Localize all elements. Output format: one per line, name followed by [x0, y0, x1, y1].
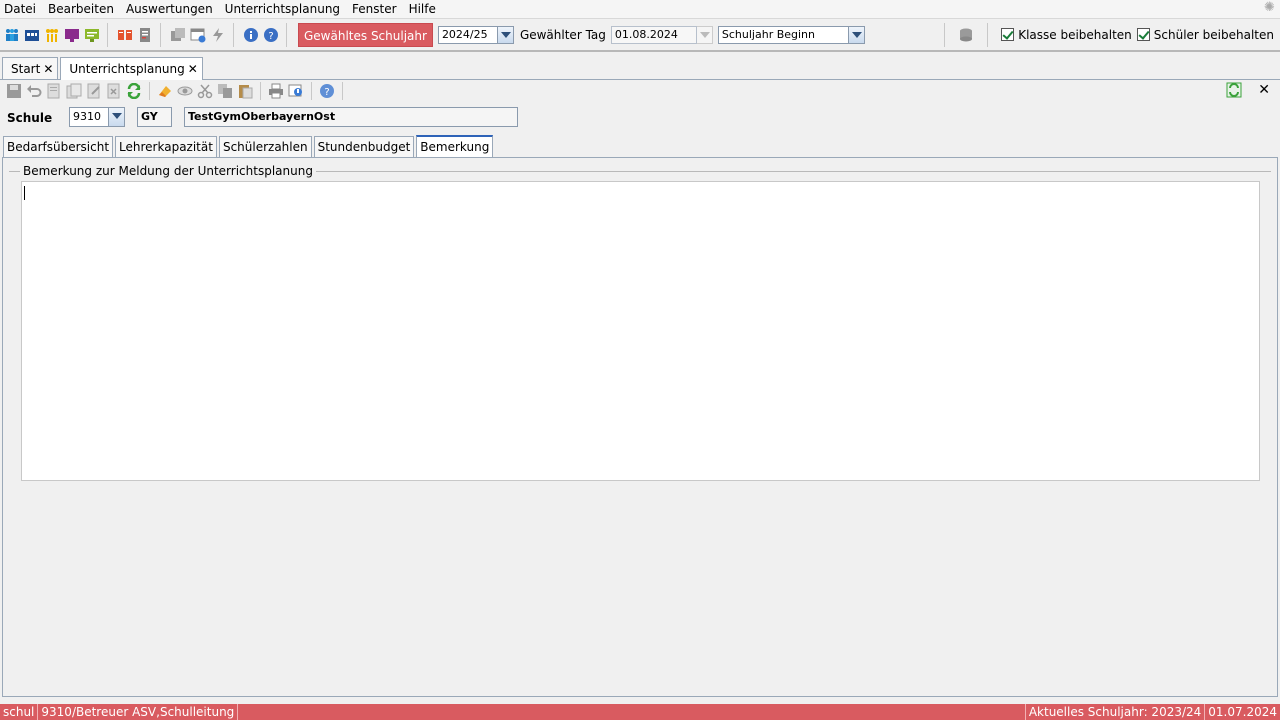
help-icon[interactable]: ? [263, 27, 279, 43]
content-tabs: Bedarfsübersicht Lehrerkapazität Schüler… [3, 135, 495, 157]
keep-student-label: Schüler beibehalten [1153, 27, 1274, 42]
svg-text:?: ? [324, 87, 329, 98]
copy-window-icon[interactable] [170, 27, 186, 43]
tab-schuelerzahlen[interactable]: Schülerzahlen [218, 136, 312, 157]
keep-student-checkbox[interactable]: Schüler beibehalten [1136, 27, 1274, 42]
menu-bearbeiten[interactable]: Bearbeiten [44, 0, 122, 18]
help-icon[interactable]: ? [319, 83, 335, 99]
tab-start-label: Start [11, 61, 41, 76]
keep-class-checkbox[interactable]: Klasse beibehalten [1001, 28, 1132, 42]
checkbox-checked-icon[interactable] [1001, 28, 1015, 41]
school-label: Schule [7, 111, 53, 125]
new-record-icon[interactable] [46, 83, 62, 99]
selected-school-year-button[interactable]: Gewähltes Schuljahr [298, 22, 433, 47]
menu-bar: Datei Bearbeiten Auswertungen Unterricht… [0, 0, 1280, 18]
period-value[interactable]: Schuljahr Beginn [717, 25, 849, 44]
toolbar-separator [342, 82, 343, 100]
menu-hilfe[interactable]: Hilfe [405, 0, 444, 18]
save-icon[interactable] [6, 83, 22, 99]
chevron-down-icon[interactable] [497, 25, 514, 44]
menu-datei[interactable]: Datei [0, 0, 44, 18]
busy-spinner-icon: ✺ [1264, 0, 1275, 15]
tab-unterrichtsplanung[interactable]: Unterrichtsplanung ✕ [60, 57, 203, 80]
status-current-year: Aktuelles Schuljahr: 2023/24 [1024, 704, 1204, 720]
copy-record-icon[interactable] [66, 83, 82, 99]
keep-class-label: Klasse beibehalten [1018, 27, 1132, 42]
window-clock-icon[interactable] [190, 27, 206, 43]
flash-icon[interactable] [210, 27, 226, 43]
school-name-field: TestGymOberbayernOst [184, 107, 518, 127]
remark-textarea[interactable] [21, 181, 1260, 481]
toolbar-separator [233, 22, 234, 47]
report-icon[interactable] [137, 27, 153, 43]
school-year-value[interactable]: 2024/25 [437, 25, 498, 44]
menu-auswertungen[interactable]: Auswertungen [122, 0, 221, 18]
school-row: Schule 9310 GY TestGymOberbayernOst [0, 106, 1280, 128]
school-icon[interactable] [24, 27, 40, 43]
checkbox-checked-icon[interactable] [1136, 28, 1150, 41]
eraser-icon[interactable] [157, 83, 173, 99]
tab-unterrichtsplanung-label: Unterrichtsplanung [69, 62, 185, 76]
delete-record-icon[interactable] [106, 83, 122, 99]
paste-icon[interactable] [237, 83, 253, 99]
staff-icon[interactable] [4, 27, 20, 43]
toolbar-separator [160, 22, 161, 47]
document-tabs: Start ✕ Unterrichtsplanung ✕ [0, 56, 1280, 80]
menu-fenster[interactable]: Fenster [348, 0, 405, 18]
print-preview-icon[interactable] [288, 83, 304, 99]
selected-day-combo[interactable]: 01.08.2024 [610, 25, 713, 44]
database-icon[interactable] [958, 27, 974, 43]
print-icon[interactable] [268, 83, 284, 99]
toolbar-separator [107, 22, 108, 47]
toolbar-separator [260, 82, 261, 100]
status-date: 01.07.2024 [1204, 704, 1280, 720]
tab-lehrerkapazitaet[interactable]: Lehrerkapazität [115, 136, 217, 157]
undo-icon[interactable] [26, 83, 42, 99]
school-type-field: GY [137, 107, 172, 127]
remark-section-title: Bemerkung zur Meldung der Unterrichtspla… [20, 164, 316, 178]
selected-day-label: Gewählter Tag [519, 27, 606, 42]
cut-icon[interactable] [197, 83, 213, 99]
period-combo[interactable]: Schuljahr Beginn [717, 25, 865, 44]
chevron-down-icon [696, 25, 713, 44]
status-role: 9310/Betreuer ASV,Schulleitung [38, 704, 239, 720]
module-toolbar: ? ✕ [0, 80, 1280, 102]
close-icon[interactable]: ✕ [43, 62, 53, 76]
toolbar-separator [944, 22, 946, 47]
class-board-icon[interactable] [64, 27, 80, 43]
book-icon[interactable] [117, 27, 133, 43]
chevron-down-icon[interactable] [848, 25, 865, 44]
edit-record-icon[interactable] [86, 83, 102, 99]
toolbar-separator [311, 82, 312, 100]
selected-day-value[interactable]: 01.08.2024 [610, 25, 697, 44]
main-toolbar: ? Gewähltes Schuljahr 2024/25 Gewählter … [0, 18, 1280, 52]
tab-bedarfsuebersicht[interactable]: Bedarfsübersicht [3, 136, 114, 157]
remark-panel: Bemerkung zur Meldung der Unterrichtspla… [2, 157, 1278, 697]
sync-icon[interactable] [1226, 82, 1242, 98]
text-caret [24, 186, 25, 200]
chevron-down-icon[interactable] [109, 107, 125, 127]
tab-start[interactable]: Start ✕ [2, 57, 59, 79]
school-number-combo[interactable]: 9310 [69, 107, 125, 127]
module-window-controls: ✕ [1224, 82, 1270, 98]
toolbar-separator [286, 22, 287, 47]
info-icon[interactable] [243, 27, 259, 43]
tab-bemerkung[interactable]: Bemerkung [416, 135, 494, 157]
status-user: schul [0, 704, 39, 720]
toolbar-separator [987, 22, 989, 47]
students-icon[interactable] [44, 27, 60, 43]
refresh-icon[interactable] [126, 83, 142, 99]
tab-stundenbudget[interactable]: Stundenbudget [313, 136, 415, 157]
close-icon[interactable]: ✕ [188, 62, 198, 76]
school-number-value[interactable]: 9310 [69, 107, 109, 127]
close-icon[interactable]: ✕ [1258, 82, 1270, 98]
copy-icon[interactable] [217, 83, 233, 99]
message-board-icon[interactable] [84, 27, 100, 43]
school-year-combo[interactable]: 2024/25 [437, 25, 514, 44]
view-icon[interactable] [177, 83, 193, 99]
status-bar: schul 9310/Betreuer ASV,Schulleitung Akt… [0, 704, 1280, 720]
toolbar-separator [149, 82, 150, 100]
svg-text:?: ? [268, 31, 273, 42]
menu-unterrichtsplanung[interactable]: Unterrichtsplanung [221, 0, 348, 18]
